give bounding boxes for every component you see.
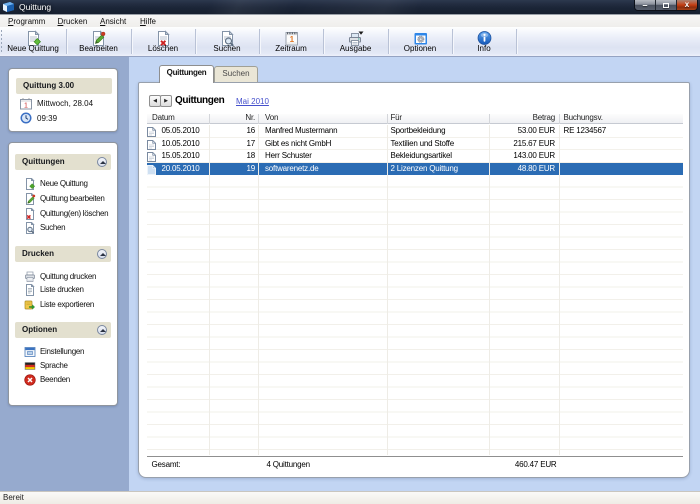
svg-text:1: 1 bbox=[24, 103, 28, 110]
